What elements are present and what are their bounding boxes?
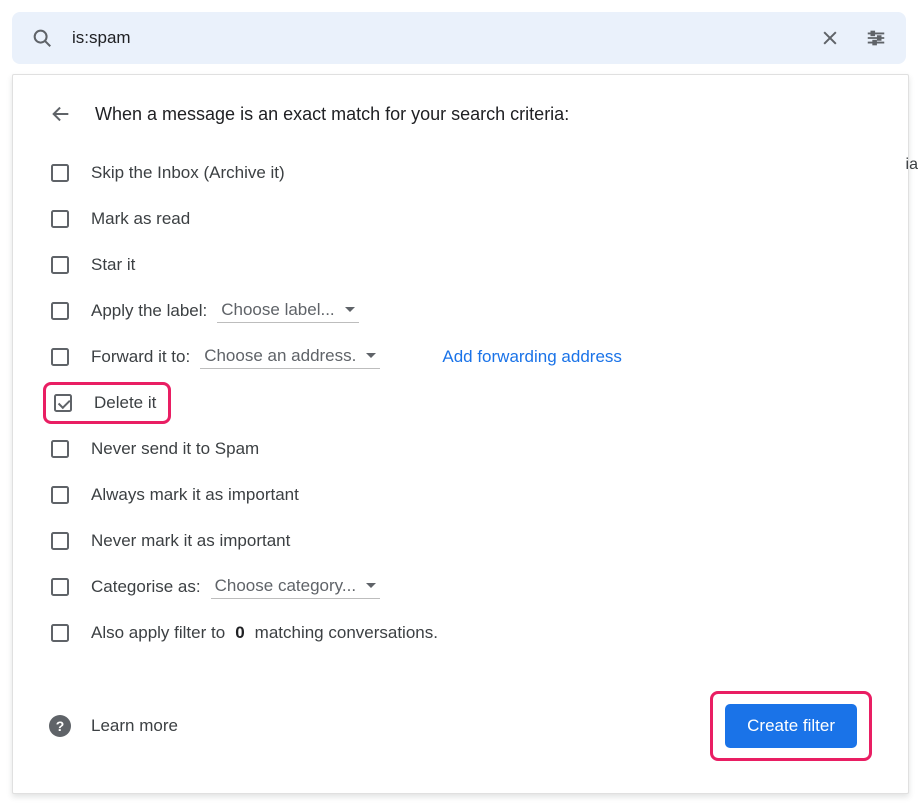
checkbox-star-it[interactable] bbox=[51, 256, 69, 274]
checkbox-mark-as-read[interactable] bbox=[51, 210, 69, 228]
label-always-important: Always mark it as important bbox=[91, 485, 299, 505]
option-always-important: Always mark it as important bbox=[51, 473, 872, 517]
panel-header: When a message is an exact match for you… bbox=[49, 103, 872, 125]
label-apply-label: Apply the label: bbox=[91, 301, 207, 321]
checkbox-skip-inbox[interactable] bbox=[51, 164, 69, 182]
search-options-icon[interactable] bbox=[858, 20, 894, 56]
option-never-important: Never mark it as important bbox=[51, 519, 872, 563]
label-also-apply-post: matching conversations. bbox=[255, 623, 438, 643]
chevron-down-icon bbox=[366, 353, 376, 358]
filter-panel: When a message is an exact match for you… bbox=[12, 74, 909, 794]
label-categorise: Categorise as: bbox=[91, 577, 201, 597]
label-also-apply-count: 0 bbox=[235, 623, 244, 643]
option-apply-label: Apply the label: Choose label... bbox=[51, 289, 872, 333]
panel-footer: ? Learn more Create filter bbox=[49, 691, 872, 761]
search-bar bbox=[12, 12, 906, 64]
dropdown-forward[interactable]: Choose an address. bbox=[200, 346, 380, 369]
clear-search-icon[interactable] bbox=[812, 20, 848, 56]
checkbox-never-important[interactable] bbox=[51, 532, 69, 550]
checkbox-also-apply[interactable] bbox=[51, 624, 69, 642]
checkbox-apply-label[interactable] bbox=[51, 302, 69, 320]
dropdown-apply-label-value: Choose label... bbox=[221, 300, 334, 320]
checkbox-delete-it[interactable] bbox=[54, 394, 72, 412]
label-skip-inbox: Skip the Inbox (Archive it) bbox=[91, 163, 285, 183]
option-delete-it: Delete it bbox=[51, 381, 872, 425]
option-mark-as-read: Mark as read bbox=[51, 197, 872, 241]
checkbox-categorise[interactable] bbox=[51, 578, 69, 596]
option-star-it: Star it bbox=[51, 243, 872, 287]
checkbox-always-important[interactable] bbox=[51, 486, 69, 504]
truncated-text: ia bbox=[906, 156, 918, 174]
search-icon[interactable] bbox=[24, 20, 60, 56]
dropdown-apply-label[interactable]: Choose label... bbox=[217, 300, 358, 323]
dropdown-categorise[interactable]: Choose category... bbox=[211, 576, 380, 599]
search-input[interactable] bbox=[70, 27, 802, 49]
label-never-spam: Never send it to Spam bbox=[91, 439, 259, 459]
link-learn-more[interactable]: Learn more bbox=[91, 716, 178, 736]
dropdown-categorise-value: Choose category... bbox=[215, 576, 356, 596]
chevron-down-icon bbox=[345, 307, 355, 312]
highlight-delete-it: Delete it bbox=[43, 382, 171, 424]
label-delete-it: Delete it bbox=[94, 393, 156, 413]
label-also-apply-pre: Also apply filter to bbox=[91, 623, 225, 643]
link-add-forwarding-address[interactable]: Add forwarding address bbox=[442, 347, 622, 367]
dropdown-forward-value: Choose an address. bbox=[204, 346, 356, 366]
option-never-spam: Never send it to Spam bbox=[51, 427, 872, 471]
label-never-important: Never mark it as important bbox=[91, 531, 290, 551]
chevron-down-icon bbox=[366, 583, 376, 588]
option-skip-inbox: Skip the Inbox (Archive it) bbox=[51, 151, 872, 195]
option-also-apply: Also apply filter to 0 matching conversa… bbox=[51, 611, 872, 655]
checkbox-never-spam[interactable] bbox=[51, 440, 69, 458]
label-also-apply: Also apply filter to 0 matching conversa… bbox=[91, 623, 438, 643]
label-star-it: Star it bbox=[91, 255, 135, 275]
back-icon[interactable] bbox=[49, 103, 73, 125]
panel-heading: When a message is an exact match for you… bbox=[95, 104, 569, 125]
create-filter-button[interactable]: Create filter bbox=[725, 704, 857, 748]
label-mark-as-read: Mark as read bbox=[91, 209, 190, 229]
help-icon[interactable]: ? bbox=[49, 715, 71, 737]
label-forward: Forward it to: bbox=[91, 347, 190, 367]
option-forward: Forward it to: Choose an address. Add fo… bbox=[51, 335, 872, 379]
checkbox-forward[interactable] bbox=[51, 348, 69, 366]
highlight-create-filter: Create filter bbox=[710, 691, 872, 761]
option-categorise: Categorise as: Choose category... bbox=[51, 565, 872, 609]
